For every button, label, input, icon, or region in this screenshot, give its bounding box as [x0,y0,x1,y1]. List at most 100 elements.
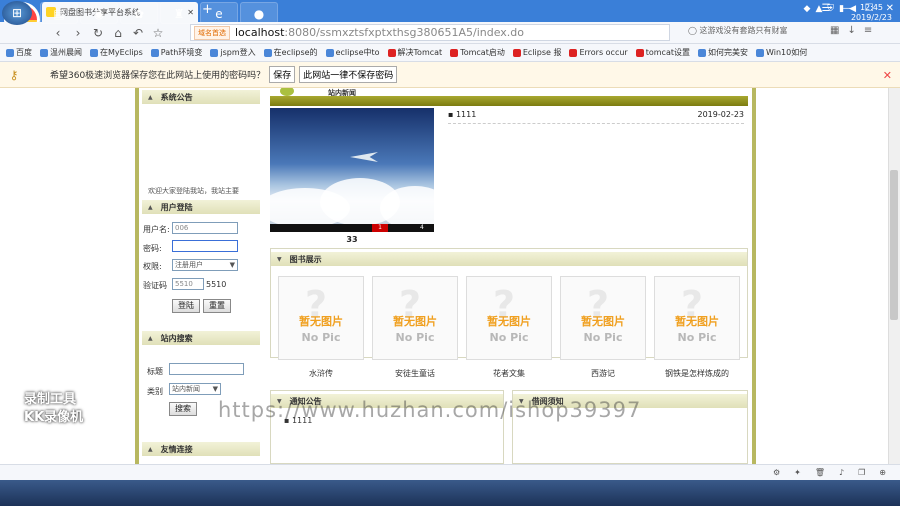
book-title[interactable]: 水浒传 [278,368,364,379]
book-title[interactable]: 安徒生童话 [372,368,458,379]
bookmark-item[interactable]: Errors occur [569,48,628,57]
toolbar-icons: ▦ ↓ ≡ [830,25,872,36]
bookmark-item[interactable]: 在eclipse的 [263,47,318,58]
trash-icon[interactable]: 🗑 [815,468,825,477]
game-taskbar-icon[interactable]: ♜ [160,2,198,24]
slide-indicator[interactable]: 4 [420,224,424,231]
start-button-icon[interactable]: ⊞ [2,1,32,25]
slideshow-caption: 33 [346,235,358,244]
password-input[interactable] [172,240,238,252]
settings-icon[interactable]: ≡ [864,25,872,36]
news-slideshow-image[interactable] [270,108,434,232]
bookmark-item[interactable]: Win10如何 [755,47,807,58]
app-taskbar-icon[interactable]: ✿ [120,2,158,24]
save-password-button[interactable]: 保存 [269,66,296,83]
bookmark-item[interactable]: Tomcat启动 [450,47,505,58]
book-cover[interactable]: ? 暂无图片 No Pic [278,276,364,360]
bookmark-icon [325,48,334,57]
bookmark-item[interactable]: jspm登入 [210,47,256,58]
role-label: 权限: [143,262,162,271]
bookmark-item[interactable]: eclipse中to [325,47,380,58]
reset-button[interactable]: 重置 [203,299,231,313]
bookmark-item[interactable]: Eclipse 报 [512,47,561,58]
book-title[interactable]: 钢铁是怎样炼成的 [654,368,740,379]
close-bar-icon[interactable]: ✕ [883,69,892,82]
taskbar-clock[interactable]: 12:45 2019/2/23 [851,3,892,23]
keyword-label: 标题 [147,367,163,376]
book-cover[interactable]: ? 暂无图片 No Pic [466,276,552,360]
recorder-watermark: 录制工具 KK录像机 [24,391,83,427]
book-title[interactable]: 花者文集 [466,368,552,379]
notice-text: 欢迎大家登陆我站，我站主要 [148,187,239,195]
scrollbar-thumb[interactable] [890,170,898,320]
clock-time: 12:45 [859,3,884,12]
download-icon[interactable]: ↓ [847,25,855,36]
bookmark-icon [569,48,578,57]
bookmark-item[interactable]: tomcat设置 [635,47,690,58]
ie-taskbar-icon[interactable]: e [200,2,238,24]
search-panel-header: ▲ 站内搜索 [142,331,260,345]
book-cover[interactable]: ? 暂无图片 No Pic [654,276,740,360]
bookmark-item[interactable]: Path环境变 [150,47,202,58]
username-label: 用户名: [143,225,170,234]
tray-icon[interactable]: ◆ [804,4,811,14]
password-save-bar: ⚷ 希望360极速浏览器保存您在此网站上使用的密码吗？ 保存 此网站一律不保存密… [0,62,900,88]
apps-icon[interactable]: ▦ [830,25,839,36]
bookmark-icon [512,48,521,57]
notice-panel-header: ▲ 系统公告 [142,90,260,104]
bookmark-icon [450,48,459,57]
never-save-button[interactable]: 此网站一律不保存密码 [299,66,398,83]
key-icon: ⚷ [9,67,19,82]
page-content: ▲ 系统公告 欢迎大家登陆我站，我站主要 ▲ 用户登陆 用户名: 006 密码: 权… [0,88,888,464]
bookmark-item[interactable]: 在MyEclips [90,47,143,58]
tray-icon[interactable]: ▲ [815,4,822,14]
windows-taskbar [0,480,900,506]
book-title[interactable]: 西游记 [560,368,646,379]
password-label: 密码: [143,244,162,253]
news-item-date: 2019-02-23 [697,110,745,119]
puzzle-icon[interactable]: ✦ [794,468,801,477]
bookmark-icon [755,48,764,57]
browser-status-bar: ⚙ ✦ 🗑 ♪ ❐ ⊕ [0,464,900,480]
category-select[interactable]: 站内新闻 ▼ [169,383,221,395]
bookmark-item[interactable]: 温州晨闻 [40,47,82,58]
login-button[interactable]: 登陆 [172,299,200,313]
keyword-input[interactable] [169,363,244,375]
back-icon[interactable]: ‹ [48,26,68,40]
book-cover[interactable]: ? 暂无图片 No Pic [372,276,458,360]
captcha-code: 5510 [206,280,227,289]
bookmark-item[interactable]: 解决Tomcat [387,47,442,58]
shield-icon[interactable]: ⛨ [827,4,834,14]
bookmark-item[interactable]: 如何完美安 [697,47,748,58]
news-list-item[interactable]: ▪ 1111 2019-02-23 [448,110,744,124]
reload-icon[interactable]: ↻ [88,26,108,40]
bookmarks-bar: 百度 温州晨闻 在MyEclips Path环境变 jspm登入 在eclips… [0,44,900,62]
username-input[interactable]: 006 [172,222,238,234]
news-header-bar [270,96,748,106]
slide-indicator-active[interactable]: 1 [372,224,388,232]
undo-icon[interactable]: ↶ [128,26,148,40]
network-icon[interactable]: ▮ [839,4,844,14]
sound-icon[interactable]: ♪ [839,468,844,477]
window-icon[interactable]: ❐ [858,468,865,477]
bookmark-item[interactable]: 百度 [6,47,32,58]
forward-icon[interactable]: › [68,26,88,40]
book-cover[interactable]: ? 暂无图片 No Pic [560,276,646,360]
right-border [752,88,756,464]
bookmark-icon [90,48,98,57]
address-bar[interactable]: 域名首选 localhost :8080/ssmxztsfxptxthsg380… [190,24,670,41]
search-button[interactable]: 搜索 [169,402,197,416]
extension-icon[interactable]: ⚙ [773,468,780,477]
system-tray: ◆ ▲ ⛨ ▮ ◀ [804,4,856,14]
home-icon[interactable]: ⌂ [108,26,128,40]
recorder-taskbar-icon[interactable]: ● [240,2,278,24]
captcha-input[interactable]: 5510 [172,278,204,290]
login-panel-header: ▲ 用户登陆 [142,200,260,214]
navigation-bar: ‹ › ↻ ⌂ ↶ ☆ 域名首选 localhost :8080/ssmxzts… [0,22,900,44]
role-select[interactable]: 注册用户 ▼ [172,259,238,271]
explorer-taskbar-icon[interactable]: ▤ [40,2,78,24]
browser-taskbar-icon[interactable]: ◉ [80,2,118,24]
zoom-icon[interactable]: ⊕ [879,468,886,477]
star-icon[interactable]: ☆ [148,26,168,40]
search-box[interactable]: ◯ 这游戏没有套路只有财富 [688,25,824,40]
